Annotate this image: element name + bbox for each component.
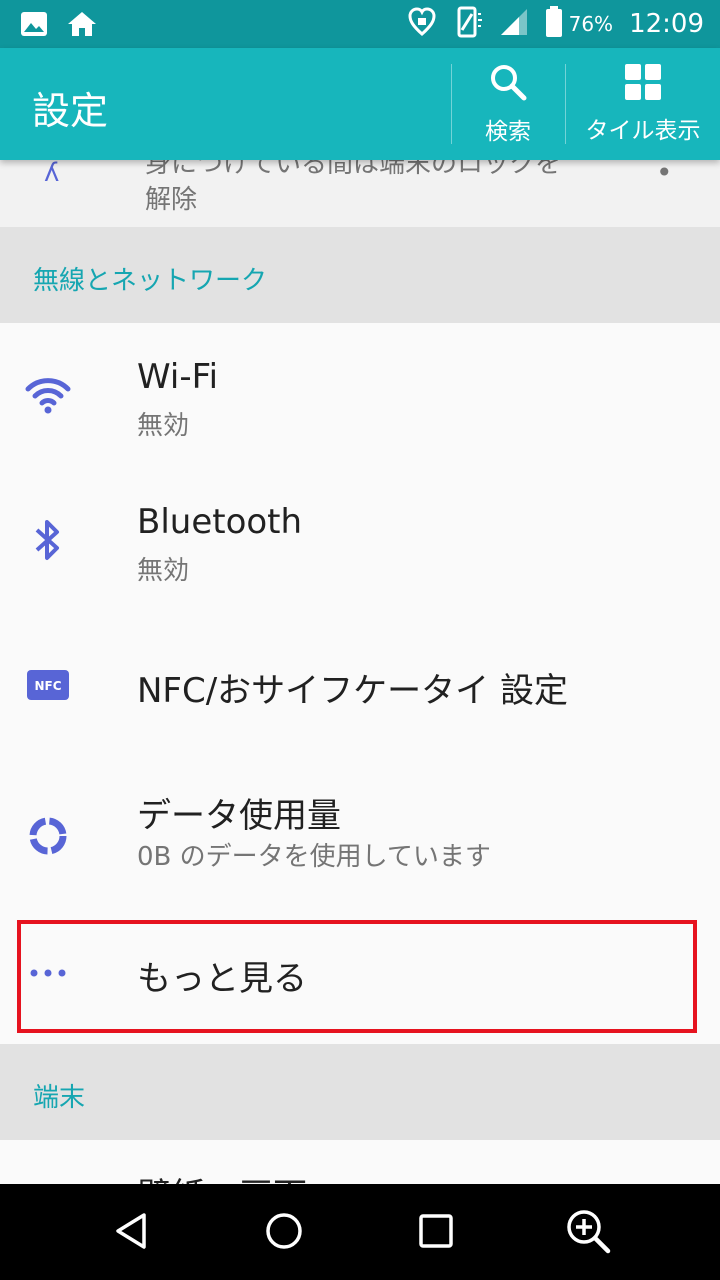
search-icon (488, 62, 528, 106)
zoom-button[interactable] (563, 1208, 613, 1258)
nfc-icon-text: NFC (34, 679, 61, 693)
battery-icon (545, 6, 563, 42)
highlight-box (17, 920, 697, 1033)
wifi-status: 無効 (137, 411, 190, 441)
app-toolbar: 設定 検索 タイル表示 (0, 48, 720, 160)
data-usage-title: データ使用量 (137, 796, 341, 836)
smart-lock-summary-line2: 解除 (145, 185, 198, 215)
battery-percent: 76% (568, 12, 614, 36)
smart-lock-icon: ʎ (44, 160, 60, 188)
bluetooth-item[interactable]: Bluetooth 無効 (0, 468, 720, 613)
page-title: 設定 (32, 89, 109, 133)
wifi-icon (24, 371, 72, 419)
tile-view-button[interactable]: タイル表示 (566, 48, 720, 160)
tile-grid-icon (624, 63, 662, 105)
home-icon (66, 10, 98, 42)
data-usage-item[interactable]: データ使用量 0B のデータを使用しています (0, 758, 720, 913)
wallpaper-title: 壁紙・画面 (137, 1168, 307, 1184)
smart-lock-summary-line1: 身につけている間は端末のロックを (145, 160, 562, 179)
navigation-bar (0, 1184, 720, 1280)
nfc-icon: NFC (24, 661, 72, 709)
home-button[interactable] (259, 1208, 309, 1258)
recents-square-icon (418, 1213, 454, 1253)
section-header-device: 端末 (0, 1044, 720, 1140)
search-label: 検索 (485, 119, 531, 145)
wifi-title: Wi-Fi (137, 357, 219, 397)
clock: 12:09 (629, 9, 704, 39)
recents-button[interactable] (411, 1208, 461, 1258)
section-label-device: 端末 (33, 1083, 86, 1113)
tile-view-label: タイル表示 (585, 118, 701, 144)
wifi-item[interactable]: Wi-Fi 無効 (0, 323, 720, 468)
vibrate-icon (453, 6, 483, 42)
nfc-title: NFC/おサイフケータイ 設定 (137, 671, 568, 711)
overflow-dot: • (656, 160, 673, 189)
data-usage-icon (24, 812, 72, 860)
nfc-item[interactable]: NFC NFC/おサイフケータイ 設定 (0, 613, 720, 758)
bluetooth-status: 無効 (137, 556, 190, 586)
heart-lock-icon (407, 6, 437, 42)
gallery-icon (20, 11, 48, 41)
zoom-in-icon (565, 1208, 611, 1258)
data-usage-summary: 0B のデータを使用しています (137, 842, 491, 872)
bluetooth-icon (24, 516, 72, 564)
smart-lock-summary: 身につけている間は端末のロックを 解除 (145, 160, 561, 218)
home-circle-icon (264, 1211, 304, 1255)
smart-lock-item[interactable]: ʎ 身につけている間は端末のロックを 解除 • (0, 160, 720, 227)
wallpaper-item[interactable]: 壁紙・画面 (0, 1140, 720, 1184)
search-button[interactable]: 検索 (452, 48, 564, 160)
bluetooth-title: Bluetooth (137, 502, 303, 542)
section-header-wireless: 無線とネットワーク (0, 227, 720, 323)
back-button[interactable] (107, 1208, 157, 1258)
section-label-wireless: 無線とネットワーク (33, 266, 268, 296)
status-bar: 76% 12:09 (0, 0, 720, 48)
signal-icon (499, 7, 529, 41)
back-triangle-icon (112, 1211, 152, 1255)
